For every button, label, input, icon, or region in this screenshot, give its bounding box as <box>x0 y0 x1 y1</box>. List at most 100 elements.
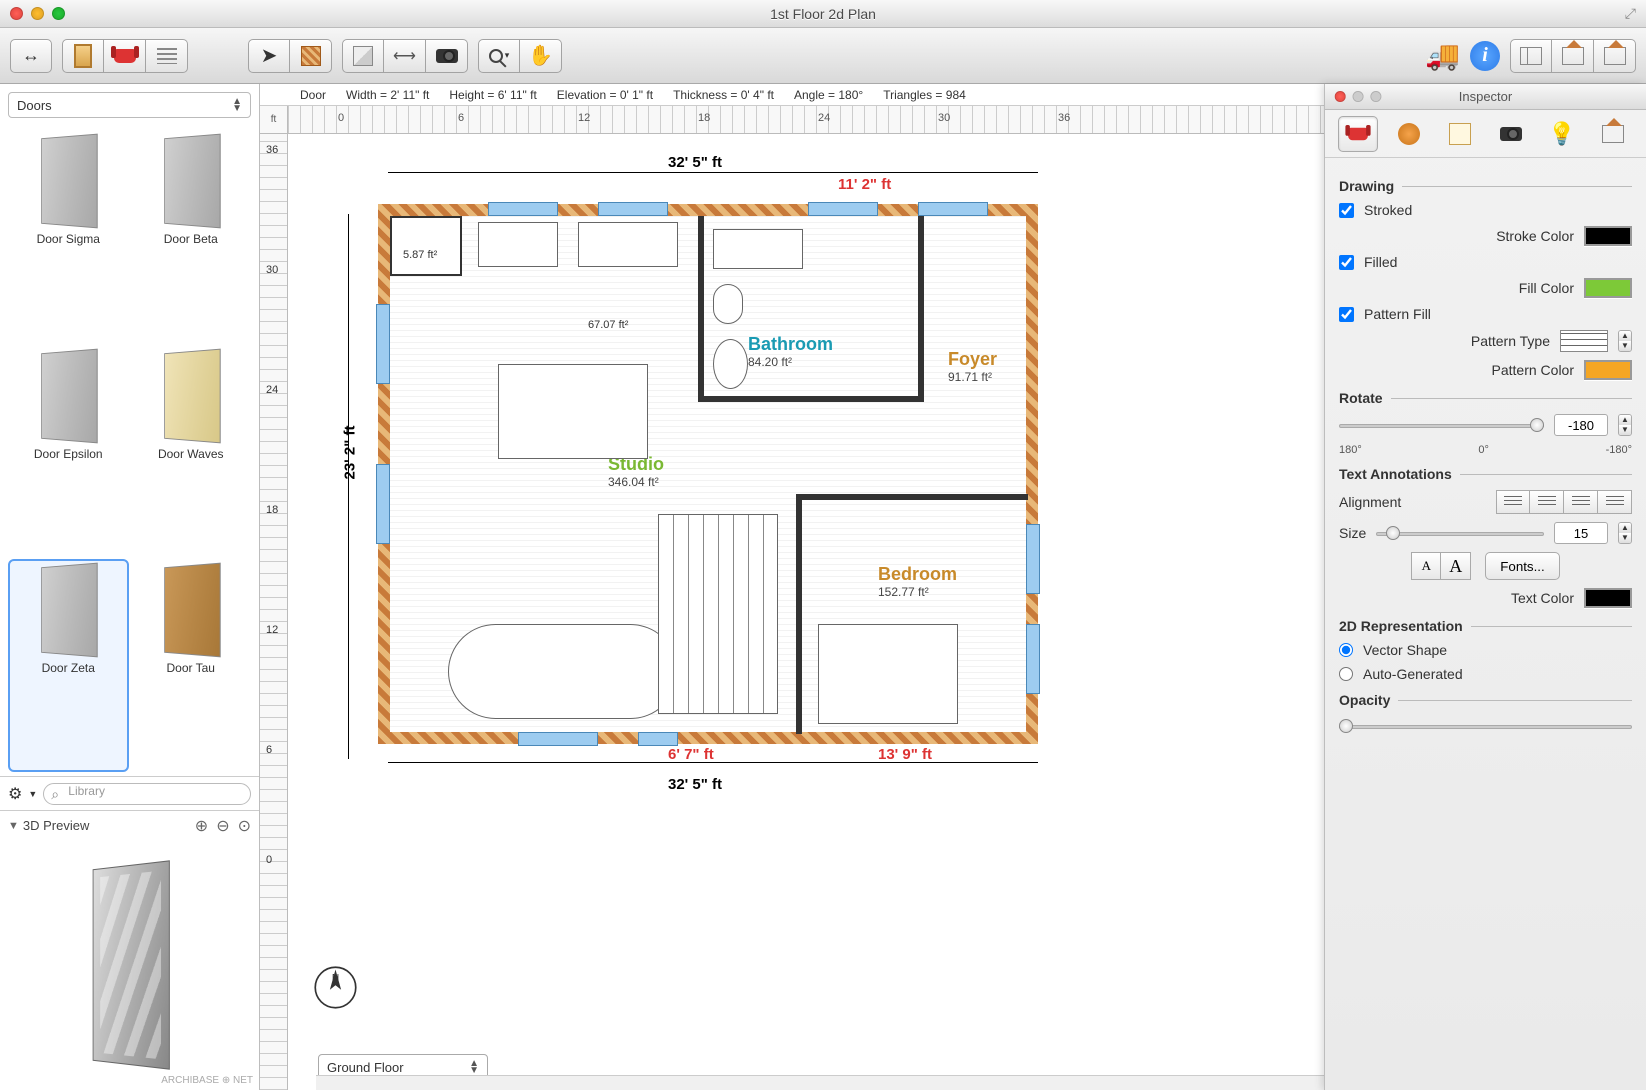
furniture-toilet[interactable] <box>713 284 743 324</box>
window[interactable] <box>598 202 668 216</box>
library-item-door-sigma[interactable]: Door Sigma <box>8 130 129 343</box>
preview-door-model <box>93 860 170 1069</box>
inspector-tab-lights[interactable]: 💡 <box>1542 116 1582 152</box>
inspector-tab-object[interactable] <box>1338 116 1378 152</box>
library-list-button[interactable] <box>146 39 188 73</box>
info-button[interactable]: i <box>1470 41 1500 71</box>
align-right-button[interactable] <box>1564 490 1598 514</box>
zoom-fit-icon[interactable]: ⊙ <box>238 816 251 836</box>
filled-checkbox[interactable] <box>1339 255 1354 270</box>
library-item-door-zeta[interactable]: Door Zeta <box>8 559 129 772</box>
furniture-sink[interactable] <box>578 222 678 267</box>
view-2d3d-button[interactable] <box>1552 39 1594 73</box>
select-tool-button[interactable]: ➤ <box>248 39 290 73</box>
view-2d-button[interactable] <box>1510 39 1552 73</box>
furniture-sofa[interactable] <box>448 624 678 719</box>
window[interactable] <box>1026 524 1040 594</box>
size-value-input[interactable] <box>1554 522 1608 544</box>
rep-auto-radio[interactable] <box>1339 667 1353 681</box>
inspector-tab-2d[interactable] <box>1440 116 1480 152</box>
pattern-color-swatch[interactable] <box>1584 360 1632 380</box>
window[interactable] <box>518 732 598 746</box>
pattern-type-picker[interactable] <box>1560 330 1608 352</box>
interior-wall[interactable] <box>918 216 924 402</box>
info-thickness: Thickness = 0' 4" ft <box>673 88 774 102</box>
pattern-fill-checkbox[interactable] <box>1339 307 1354 322</box>
wall-tool-button[interactable] <box>290 39 332 73</box>
inspector-tab-cameras[interactable] <box>1491 116 1531 152</box>
preview-3d-pane[interactable]: ARCHIBASE ⊕ NET <box>0 840 259 1090</box>
interior-wall[interactable] <box>698 216 704 401</box>
furniture-vanity[interactable] <box>713 229 803 269</box>
furniture-counter[interactable] <box>478 222 558 267</box>
font-large-button[interactable]: A <box>1441 552 1471 580</box>
closet[interactable] <box>390 216 462 276</box>
interior-wall[interactable] <box>796 494 802 734</box>
room-label-bathroom: Bathroom84.20 ft² <box>748 334 833 369</box>
camera-tool-button[interactable] <box>426 39 468 73</box>
alignment-label: Alignment <box>1339 494 1401 510</box>
door-thumb-icon <box>41 134 98 229</box>
toggle-sidebar-button[interactable]: ↔ <box>10 39 52 73</box>
size-slider[interactable] <box>1376 523 1544 543</box>
fill-color-swatch[interactable] <box>1584 278 1632 298</box>
rep-vector-radio[interactable] <box>1339 643 1353 657</box>
room-label-studio: Studio346.04 ft² <box>608 454 664 489</box>
window[interactable] <box>918 202 988 216</box>
library-item-door-epsilon[interactable]: Door Epsilon <box>8 345 129 558</box>
window[interactable] <box>1026 624 1040 694</box>
gear-icon[interactable]: ⚙ <box>8 784 22 804</box>
zoom-out-icon[interactable]: ⊖ <box>216 816 229 836</box>
furniture-bed[interactable] <box>818 624 958 724</box>
gear-menu-chevron-icon[interactable]: ▼ <box>28 789 37 799</box>
align-center-button[interactable] <box>1530 490 1564 514</box>
dimension-tool-button[interactable]: ⟷ <box>384 39 426 73</box>
opacity-slider[interactable] <box>1339 716 1632 736</box>
library-item-door-waves[interactable]: Door Waves <box>131 345 252 558</box>
stairs[interactable] <box>658 514 778 714</box>
stroked-checkbox[interactable] <box>1339 203 1354 218</box>
align-justify-button[interactable] <box>1598 490 1632 514</box>
rotate-stepper[interactable]: ▲▼ <box>1618 414 1632 436</box>
furniture-tub[interactable] <box>713 339 748 389</box>
window[interactable] <box>638 732 678 746</box>
zoom-in-icon[interactable]: ⊕ <box>195 816 208 836</box>
library-furniture-button[interactable] <box>104 39 146 73</box>
library-search-input[interactable]: Library <box>43 783 251 805</box>
window[interactable] <box>376 464 390 544</box>
window[interactable] <box>488 202 558 216</box>
pan-tool-button[interactable]: ✋ <box>520 39 562 73</box>
wall-icon <box>301 46 321 66</box>
window[interactable] <box>376 304 390 384</box>
stroke-color-swatch[interactable] <box>1584 226 1632 246</box>
library-item-door-beta[interactable]: Door Beta <box>131 130 252 343</box>
inspector-tab-building[interactable] <box>1593 116 1633 152</box>
disclosure-triangle-icon[interactable]: ▼ <box>8 820 19 832</box>
window[interactable] <box>808 202 878 216</box>
library-item-door-tau[interactable]: Door Tau <box>131 559 252 772</box>
align-left-button[interactable] <box>1496 490 1530 514</box>
interior-wall[interactable] <box>796 494 1028 500</box>
watermark-text: ARCHIBASE ⊕ NET <box>161 1075 253 1086</box>
size-stepper[interactable]: ▲▼ <box>1618 522 1632 544</box>
view-3d-button[interactable] <box>1594 39 1636 73</box>
furniture-dining-table[interactable] <box>498 364 648 459</box>
library-doors-button[interactable] <box>62 39 104 73</box>
rotate-value-input[interactable] <box>1554 414 1608 436</box>
inspector-tab-materials[interactable] <box>1389 116 1429 152</box>
camera-icon <box>1500 127 1522 141</box>
fonts-button[interactable]: Fonts... <box>1485 552 1559 580</box>
export-button[interactable]: 🚚 <box>1425 39 1460 72</box>
text-color-swatch[interactable] <box>1584 588 1632 608</box>
fullscreen-icon[interactable]: ⤢ <box>1625 5 1636 22</box>
door-thumb-icon <box>41 563 98 658</box>
zoom-tool-button[interactable]: ▾ <box>478 39 520 73</box>
pattern-stepper[interactable]: ▲▼ <box>1618 330 1632 352</box>
category-dropdown[interactable]: Doors ▲▼ <box>8 92 251 118</box>
main-toolbar: ↔ ➤ ⟷ ▾ ✋ 🚚 i <box>0 28 1646 84</box>
font-small-button[interactable]: A <box>1411 552 1441 580</box>
room-tool-button[interactable] <box>342 39 384 73</box>
rotate-slider[interactable] <box>1339 415 1544 435</box>
hand-icon: ✋ <box>528 43 553 68</box>
interior-wall[interactable] <box>698 396 923 402</box>
